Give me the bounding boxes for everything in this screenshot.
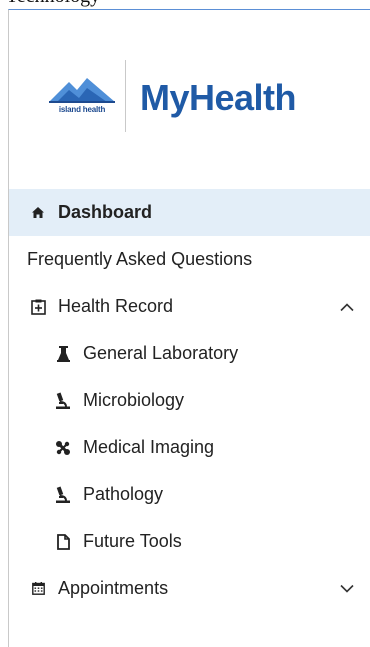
sidebar-item-label: General Laboratory [83, 343, 239, 363]
sidebar-item-label: Medical Imaging [83, 437, 215, 457]
sidebar-item-microbiology[interactable]: Microbiology [9, 377, 370, 424]
sidebar-item-future-tools[interactable]: Future Tools [9, 518, 370, 565]
sidebar-item-label: Health Record [58, 296, 174, 316]
chevron-down-icon[interactable] [340, 582, 354, 596]
brand-header: island health MyHealth [9, 10, 369, 180]
top-cut-off-heading: Technology [0, 0, 370, 9]
sidebar-item-medical-imaging[interactable]: Medical Imaging [9, 424, 370, 471]
medical-record-icon [27, 299, 49, 315]
x-ray-icon [52, 440, 74, 456]
home-icon [27, 207, 49, 218]
sidebar-panel: island health MyHealth Dashboard Frequen… [8, 9, 370, 647]
sidebar-item-label: Future Tools [83, 531, 182, 551]
sidebar-item-label: Appointments [58, 578, 169, 598]
sidebar-item-general-laboratory[interactable]: General Laboratory [9, 330, 370, 377]
sidebar-item-label: Frequently Asked Questions [27, 249, 253, 269]
sidebar-item-pathology[interactable]: Pathology [9, 471, 370, 518]
sidebar-item-dashboard[interactable]: Dashboard [9, 189, 370, 236]
app-title: MyHealth [140, 77, 297, 118]
calendar-icon [27, 582, 49, 595]
sidebar-item-label: Microbiology [83, 390, 185, 410]
sidebar-item-label: Pathology [83, 484, 164, 504]
sidebar-item-faq[interactable]: Frequently Asked Questions [9, 236, 370, 283]
microscope-icon [52, 392, 74, 409]
cut-off-text: Technology [6, 0, 100, 8]
sidebar-item-appointments[interactable]: Appointments [9, 565, 370, 612]
file-icon [52, 533, 74, 550]
chevron-up-icon[interactable] [340, 300, 354, 314]
microscope-icon [52, 486, 74, 503]
flask-icon [52, 345, 74, 362]
sidebar-item-health-record[interactable]: Health Record [9, 283, 370, 330]
sidebar-nav: Dashboard Frequently Asked Questions Hea… [9, 189, 370, 612]
org-name: island health [58, 105, 106, 114]
sidebar-item-label: Dashboard [58, 202, 153, 222]
island-health-logo-icon [47, 74, 117, 124]
logo-divider [125, 60, 126, 132]
